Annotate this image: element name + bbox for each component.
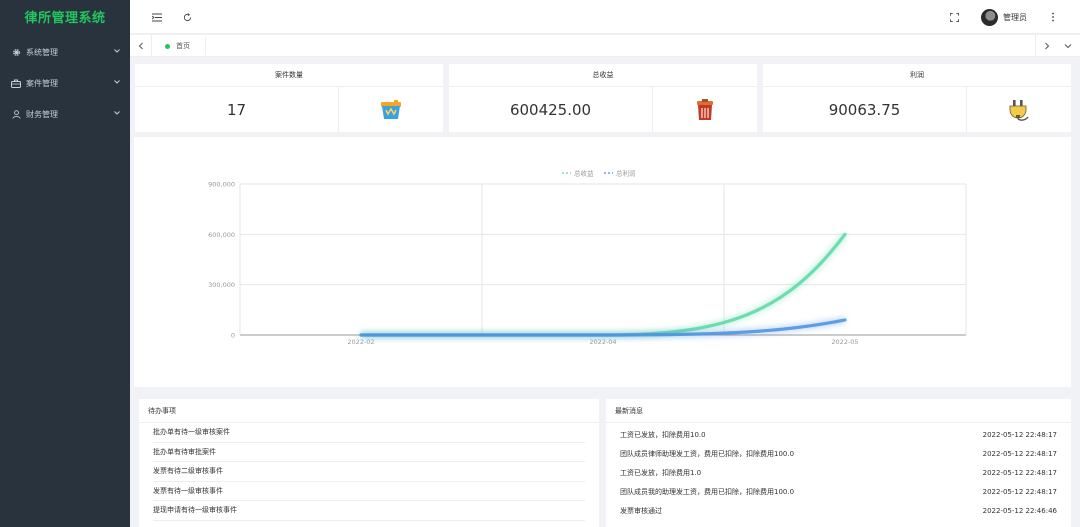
tab-scroll-right-button[interactable] — [1035, 35, 1057, 57]
x-tick-label: 2022-04 — [589, 338, 616, 346]
app-title: 律所管理系统 — [24, 11, 106, 26]
tab-label: 首页 — [176, 42, 190, 50]
legend-label: 总收益 — [574, 169, 594, 178]
menu-fold-icon[interactable] — [150, 10, 164, 24]
todo-item[interactable]: 发票有待一级审核事件 — [153, 482, 585, 501]
stat-value: 90063.75 — [763, 87, 967, 132]
chart-panel: 900,000 600,000 300,000 0 2022-02 2022-04 2022… — [134, 137, 1071, 387]
stat-title: 总收益 — [449, 64, 757, 87]
message-text: 工资已发放，扣除费用10.0 — [620, 430, 706, 439]
y-tick-label: 900,000 — [208, 181, 235, 189]
chevron-down-icon — [114, 111, 120, 115]
todo-item[interactable]: 发票有待二级审核事件 — [153, 462, 585, 482]
message-time: 2022-05-12 22:46:46 — [982, 506, 1057, 515]
person-icon — [10, 110, 22, 119]
sidebar-item-label: 系统管理 — [26, 48, 58, 57]
paint-bucket-icon — [381, 99, 401, 119]
avatar — [981, 8, 998, 26]
messages-panel: 最新消息 工资已发放，扣除费用10.0 2022-05-12 22:48:17 团队… — [606, 399, 1071, 527]
y-tick-label: 600,000 — [208, 231, 235, 239]
tab-home[interactable]: 首页 — [155, 37, 206, 55]
message-row[interactable]: 团队成员我的助理发工资，费用已扣除，扣除费用100.0 2022-05-12 22… — [606, 482, 1071, 501]
briefcase-icon — [10, 79, 22, 88]
refresh-icon[interactable] — [180, 10, 194, 24]
chevron-down-icon — [114, 80, 120, 84]
message-time: 2022-05-12 22:48:17 — [982, 430, 1057, 439]
todo-item[interactable]: 批办单有待审批案件 — [153, 443, 585, 462]
message-time: 2022-05-12 22:48:17 — [982, 468, 1057, 477]
message-text: 工资已发放，扣除费用1.0 — [620, 468, 702, 477]
legend-label: 总利润 — [616, 169, 636, 178]
todo-item[interactable]: 批办单有待一级审核案件 — [153, 423, 585, 443]
message-text: 发票审核通过 — [620, 506, 662, 515]
active-dot — [165, 43, 170, 49]
user-menu[interactable]: 管理员 — [981, 7, 1027, 27]
y-tick-label: 300,000 — [208, 281, 235, 289]
sidebar-item-cases[interactable]: 案件管理 — [0, 68, 130, 99]
message-row[interactable]: 发票审核通过 2022-05-12 22:46:46 — [606, 501, 1071, 520]
gear-icon — [10, 48, 22, 57]
tab-scroll-left-button[interactable] — [130, 35, 152, 57]
x-tick-label: 2022-05 — [831, 338, 858, 346]
message-time: 2022-05-12 22:48:17 — [982, 449, 1057, 458]
todo-panel: 待办事项 批办单有待一级审核案件 批办单有待审批案件 发票有待二级审核事件 发票有待一… — [139, 399, 599, 527]
message-row[interactable]: 工资已发放，扣除费用10.0 2022-05-12 22:48:17 — [606, 425, 1071, 444]
message-row[interactable]: 工资已发放，扣除费用1.0 2022-05-12 22:48:17 — [606, 463, 1071, 482]
line-chart: 900,000 600,000 300,000 0 2022-02 2022-04 2022… — [208, 169, 967, 346]
tab-menu-dropdown-button[interactable] — [1057, 35, 1079, 57]
sidebar-item-label: 财务管理 — [26, 110, 58, 119]
x-tick-label: 2022-02 — [347, 338, 374, 346]
stat-card-profit: 利润 90063.75 — [763, 64, 1071, 132]
message-time: 2022-05-12 22:48:17 — [982, 487, 1057, 496]
stat-title: 利润 — [763, 64, 1071, 87]
stat-card-revenue: 总收益 600425.00 — [449, 64, 757, 132]
todo-item[interactable]: 提现申请有待一级审核事件 — [153, 501, 585, 521]
messages-title: 最新消息 — [606, 399, 1071, 423]
trash-can-icon — [697, 98, 713, 120]
sidebar: 律所管理系统 系统管理 案件管理 财务管理 — [0, 0, 130, 527]
sidebar-item-label: 案件管理 — [26, 79, 58, 88]
sidebar-item-finance[interactable]: 财务管理 — [0, 99, 130, 130]
plug-icon — [1009, 99, 1029, 121]
stat-title: 案件数量 — [135, 64, 443, 87]
stat-value: 17 — [135, 87, 339, 132]
message-text: 团队成员我的助理发工资，费用已扣除，扣除费用100.0 — [620, 487, 795, 496]
more-icon[interactable] — [1046, 10, 1060, 24]
stat-value: 600425.00 — [449, 87, 653, 132]
tab-bar: 首页 — [130, 35, 1080, 57]
fullscreen-icon[interactable] — [947, 10, 961, 24]
username: 管理员 — [1003, 12, 1027, 22]
series-glow — [360, 316, 846, 338]
chevron-down-icon — [114, 49, 120, 53]
todo-title: 待办事项 — [139, 399, 599, 423]
stat-card-cases: 案件数量 17 — [135, 64, 443, 132]
top-header: 管理员 — [130, 0, 1080, 34]
sidebar-item-system[interactable]: 系统管理 — [0, 37, 130, 68]
message-text: 团队成员律师助理发工资，费用已扣除，扣除费用100.0 — [620, 449, 795, 458]
message-row[interactable]: 团队成员律师助理发工资，费用已扣除，扣除费用100.0 2022-05-12 22… — [606, 444, 1071, 463]
y-tick-label: 0 — [231, 332, 235, 340]
